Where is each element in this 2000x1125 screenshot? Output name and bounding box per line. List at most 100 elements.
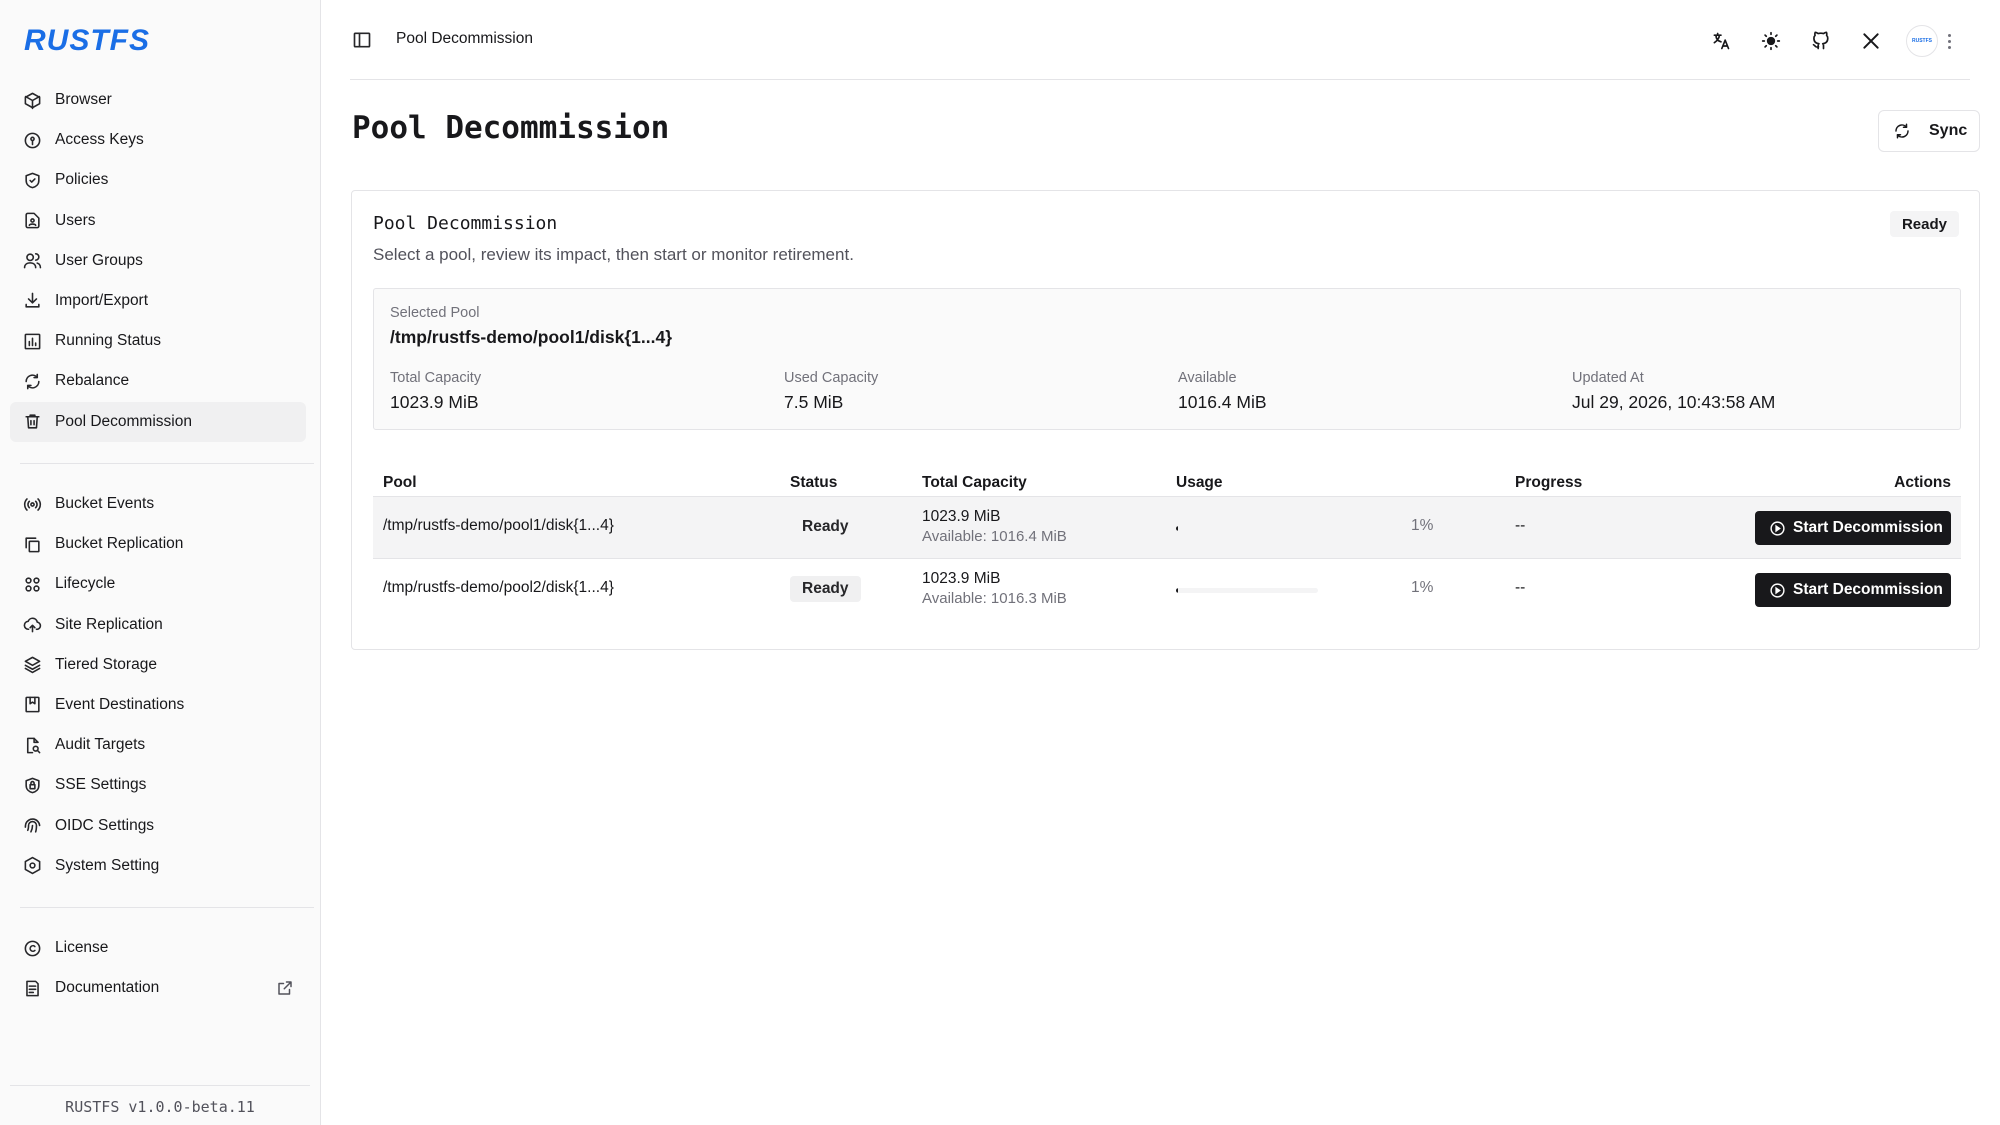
sidebar-item-documentation[interactable]: Documentation xyxy=(10,968,306,1008)
sidebar-item-label: Policies xyxy=(55,171,109,189)
cube-icon xyxy=(22,90,42,110)
sidebar-item-audit-targets[interactable]: Audit Targets xyxy=(10,725,306,765)
row-available: Available: 1016.4 MiB xyxy=(922,528,1067,545)
more-menu-icon[interactable] xyxy=(1942,29,1956,53)
top-header: Pool Decommission RUSTFS xyxy=(350,0,1970,80)
panel-left-icon xyxy=(353,32,371,48)
sidebar-divider xyxy=(20,463,314,464)
usage-bar-fill xyxy=(1176,526,1178,531)
translate-icon xyxy=(1713,32,1730,50)
card-title: Pool Decommission xyxy=(373,213,558,234)
breadcrumb: Pool Decommission xyxy=(396,30,533,47)
rustfs-logo[interactable]: RUSTFS xyxy=(24,24,150,58)
sidebar-item-oidc-settings[interactable]: OIDC Settings xyxy=(10,806,306,846)
copyright-icon xyxy=(22,938,42,958)
start-decommission-label: Start Decommission xyxy=(1793,519,1943,536)
sidebar-item-label: License xyxy=(55,939,109,956)
sidebar-item-system-setting[interactable]: System Setting xyxy=(10,846,306,886)
sidebar-item-user-groups[interactable]: User Groups xyxy=(10,241,306,281)
sidebar-toggle-button[interactable] xyxy=(350,28,374,52)
table-row[interactable]: /tmp/rustfs-demo/pool2/disk{1...4} Ready… xyxy=(373,558,1961,620)
usage-bar xyxy=(1176,588,1318,593)
sidebar-item-label: Bucket Events xyxy=(55,495,155,512)
page-title: Pool Decommission xyxy=(352,110,670,146)
sidebar-item-rebalance[interactable]: Rebalance xyxy=(10,361,306,401)
sidebar-item-label: OIDC Settings xyxy=(55,816,155,834)
start-decommission-button[interactable]: Start Decommission xyxy=(1755,511,1951,545)
sidebar-item-label: Bucket Replication xyxy=(55,535,184,553)
sidebar-item-label: Tiered Storage xyxy=(55,655,157,673)
column-header-status: Status xyxy=(790,474,838,491)
x-twitter-button[interactable] xyxy=(1854,24,1888,58)
external-link-icon xyxy=(276,979,294,997)
bar-chart-icon xyxy=(22,331,42,351)
sidebar-item-bucket-replication[interactable]: Bucket Replication xyxy=(10,524,306,564)
sidebar-item-bucket-events[interactable]: Bucket Events xyxy=(10,484,306,524)
row-status-badge: Ready xyxy=(790,576,861,602)
column-header-pool: Pool xyxy=(383,474,417,491)
sidebar-item-label: Users xyxy=(55,211,96,229)
sidebar-item-label: User Groups xyxy=(55,251,143,269)
sidebar-item-label: Lifecycle xyxy=(55,575,116,593)
x-logo-icon xyxy=(1863,33,1879,49)
sidebar-item-pool-decommission[interactable]: Pool Decommission xyxy=(10,401,306,442)
usage-bar-fill xyxy=(1176,588,1178,593)
avatar[interactable]: RUSTFS xyxy=(1906,25,1938,57)
available-value: 1016.4 MiB xyxy=(1178,392,1267,412)
language-button[interactable] xyxy=(1704,24,1738,58)
doc-icon xyxy=(22,978,42,998)
bookmark-icon xyxy=(22,695,42,715)
github-button[interactable] xyxy=(1804,24,1838,58)
broadcast-icon xyxy=(22,494,42,514)
start-decommission-button[interactable]: Start Decommission xyxy=(1755,573,1951,607)
sync-button[interactable]: Sync xyxy=(1878,110,1980,152)
usage-bar xyxy=(1176,526,1318,531)
sidebar-item-tiered-storage[interactable]: Tiered Storage xyxy=(10,645,306,685)
sidebar-item-access-keys[interactable]: Access Keys xyxy=(10,120,306,160)
sidebar-item-lifecycle[interactable]: Lifecycle xyxy=(10,564,306,604)
row-capacity: 1023.9 MiB xyxy=(922,508,1001,525)
sidebar-item-sse-settings[interactable]: SSE Settings xyxy=(10,765,306,805)
sidebar-item-label: System Setting xyxy=(55,856,160,874)
card-description: Select a pool, review its impact, then s… xyxy=(373,245,854,264)
column-header-actions: Actions xyxy=(1894,474,1951,491)
selected-pool-value: /tmp/rustfs-demo/pool1/disk{1...4} xyxy=(390,327,672,347)
shield-check-icon xyxy=(22,170,42,190)
refresh-icon xyxy=(22,371,42,391)
fingerprint-icon xyxy=(22,816,42,836)
sidebar-item-users[interactable]: Users xyxy=(10,201,306,241)
sidebar-nav-settings: Bucket Events Bucket Replication Lifecyc… xyxy=(10,484,306,886)
row-progress: -- xyxy=(1515,517,1526,534)
sidebar-item-policies[interactable]: Policies xyxy=(10,160,306,200)
user-file-icon xyxy=(22,211,42,231)
pool-path: /tmp/rustfs-demo/pool2/disk{1...4} xyxy=(383,579,614,596)
sun-icon xyxy=(1761,31,1781,51)
sidebar-nav-footer: License Documentation xyxy=(10,928,306,1008)
row-available: Available: 1016.3 MiB xyxy=(922,590,1067,607)
used-capacity-value: 7.5 MiB xyxy=(784,392,844,412)
sidebar-item-label: Pool Decommission xyxy=(55,412,192,430)
sidebar-item-browser[interactable]: Browser xyxy=(10,80,306,120)
key-circle-icon xyxy=(22,130,42,150)
sidebar-item-license[interactable]: License xyxy=(10,928,306,968)
sidebar-item-label: Import/Export xyxy=(55,291,149,309)
selected-pool-label: Selected Pool xyxy=(390,305,480,321)
sidebar-item-label: SSE Settings xyxy=(55,776,147,794)
usage-percent: 1% xyxy=(1411,579,1434,596)
available-label: Available xyxy=(1178,370,1237,386)
selected-pool-summary: Selected Pool /tmp/rustfs-demo/pool1/dis… xyxy=(373,288,1961,430)
sidebar-item-import-export[interactable]: Import/Export xyxy=(10,281,306,321)
play-circle-icon xyxy=(1770,582,1785,598)
sidebar-item-site-replication[interactable]: Site Replication xyxy=(10,605,306,645)
download-icon xyxy=(22,291,42,311)
updated-at-value: Jul 29, 2026, 10:43:58 AM xyxy=(1572,392,1776,412)
sidebar-item-event-destinations[interactable]: Event Destinations xyxy=(10,685,306,725)
file-search-icon xyxy=(22,735,42,755)
sidebar-item-running-status[interactable]: Running Status xyxy=(10,321,306,361)
table-row[interactable]: /tmp/rustfs-demo/pool1/disk{1...4} Ready… xyxy=(373,496,1961,558)
theme-toggle-button[interactable] xyxy=(1754,24,1788,58)
layers-icon xyxy=(22,655,42,675)
sidebar-item-label: Access Keys xyxy=(55,131,144,149)
column-header-progress: Progress xyxy=(1515,474,1583,491)
sidebar-item-label: Browser xyxy=(55,91,112,108)
